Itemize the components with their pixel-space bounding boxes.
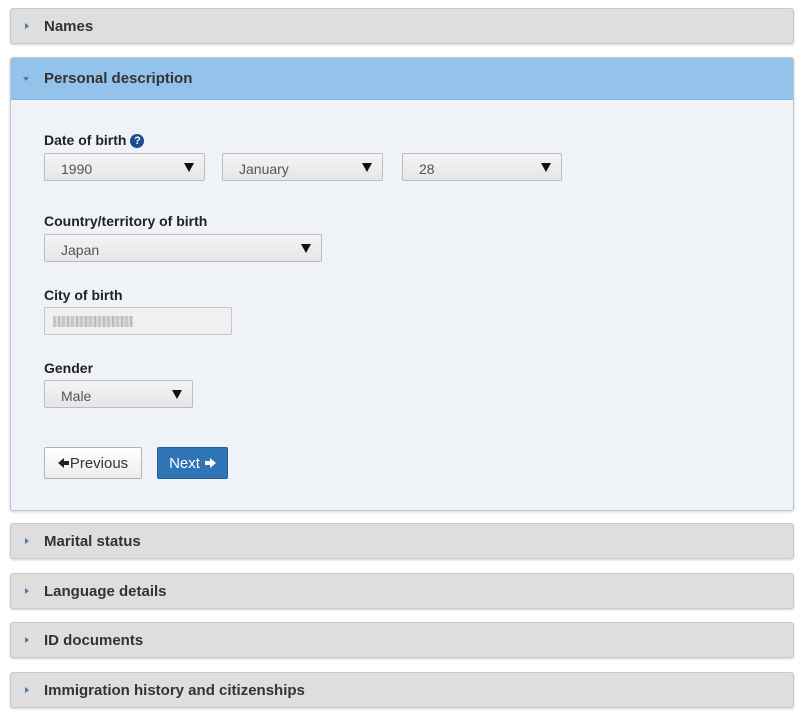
previous-label: Previous [69,454,129,472]
dob-day-select[interactable]: 28 [402,153,562,181]
section-language-details-header[interactable]: Language details [10,573,794,609]
dropdown-arrow-icon [184,163,194,172]
dob-month-select[interactable]: January [222,153,383,181]
caret-right-icon [25,538,29,544]
gender-select[interactable]: Male [44,380,193,408]
gender-label: Gender [44,360,94,376]
country-select[interactable]: Japan [44,234,322,262]
caret-right-icon [25,637,29,643]
previous-button[interactable]: Previous [44,447,142,479]
section-title: Marital status [44,532,141,550]
section-title: Immigration history and citizenships [44,681,305,699]
dob-label-text: Date of birth [44,132,127,148]
section-personal-description: Personal description Date of birth? 1990… [10,57,794,511]
dropdown-arrow-icon [541,163,551,172]
dob-label: Date of birth? [44,132,145,148]
redacted-text [53,316,133,327]
country-label: Country/territory of birth [44,213,208,229]
section-names-header[interactable]: Names [10,8,794,44]
next-button[interactable]: Next [157,447,228,479]
dropdown-arrow-icon [301,244,311,253]
gender-value: Male [61,388,92,404]
section-title: ID documents [44,631,144,649]
section-title: Names [44,17,94,35]
caret-right-icon [25,23,29,29]
section-title: Language details [44,582,167,600]
arrow-right-icon [204,458,216,468]
dob-day-value: 28 [419,161,435,177]
section-id-documents-header[interactable]: ID documents [10,622,794,658]
dropdown-arrow-icon [362,163,372,172]
section-marital-status-header[interactable]: Marital status [10,523,794,559]
city-label: City of birth [44,287,123,303]
country-value: Japan [61,242,100,258]
help-icon[interactable]: ? [130,134,145,148]
caret-right-icon [25,687,29,693]
dob-year-value: 1990 [61,161,93,177]
caret-down-icon [23,77,29,81]
section-immigration-history-header[interactable]: Immigration history and citizenships [10,672,794,708]
section-title: Personal description [44,70,193,87]
next-label: Next [169,454,200,472]
section-personal-description-header[interactable]: Personal description [11,58,793,100]
dob-year-select[interactable]: 1990 [44,153,205,181]
caret-right-icon [25,588,29,594]
arrow-left-icon [57,458,69,468]
dropdown-arrow-icon [172,390,182,399]
dob-month-value: January [239,161,289,177]
city-input[interactable] [44,307,232,335]
